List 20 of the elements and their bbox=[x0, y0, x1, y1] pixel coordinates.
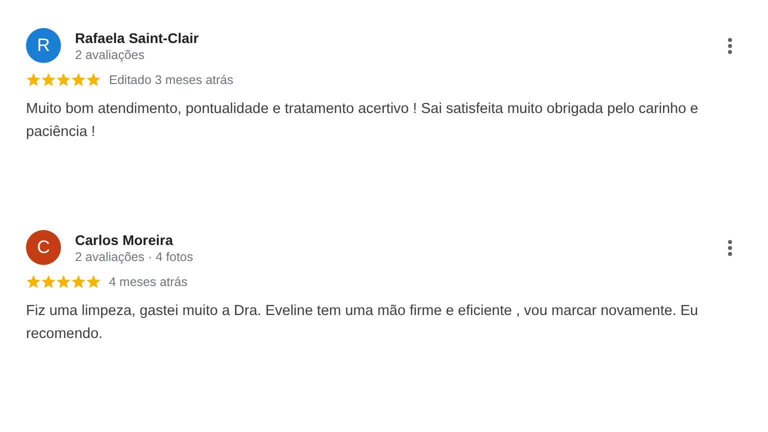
avatar: R bbox=[26, 28, 61, 63]
reviewer-stats: 2 avaliações · 4 fotos bbox=[75, 250, 194, 264]
review-text: Muito bom atendimento, pontualidade e tratamento acertivo ! Sai satisfeita muito obrigada pelo carinho e paciência ! bbox=[26, 100, 700, 142]
star-icon bbox=[26, 73, 41, 87]
star-icon bbox=[86, 73, 101, 87]
star-icon bbox=[56, 275, 71, 289]
star-icon bbox=[71, 73, 86, 87]
avatar: C bbox=[26, 230, 61, 265]
star-icon bbox=[86, 275, 101, 289]
star-icon bbox=[26, 275, 41, 289]
reviewer-stats: 2 avaliações bbox=[75, 48, 146, 62]
review-text: Fiz uma limpeza, gastei muito a Dra. Eveline tem uma mão firme e eficiente , vou marcar novamente. Eu recomendo. bbox=[26, 302, 700, 344]
review-date: Editado 3 meses atrás bbox=[109, 73, 234, 87]
star-icon bbox=[41, 275, 56, 289]
star-icon bbox=[71, 275, 86, 289]
reviewer-name[interactable]: Carlos Moreira bbox=[75, 232, 708, 248]
star-icon bbox=[41, 73, 56, 87]
reviewer-name[interactable]: Rafaela Saint-Clair bbox=[75, 30, 708, 46]
review-date: 4 meses atrás bbox=[109, 275, 188, 289]
star-icon bbox=[56, 73, 71, 87]
